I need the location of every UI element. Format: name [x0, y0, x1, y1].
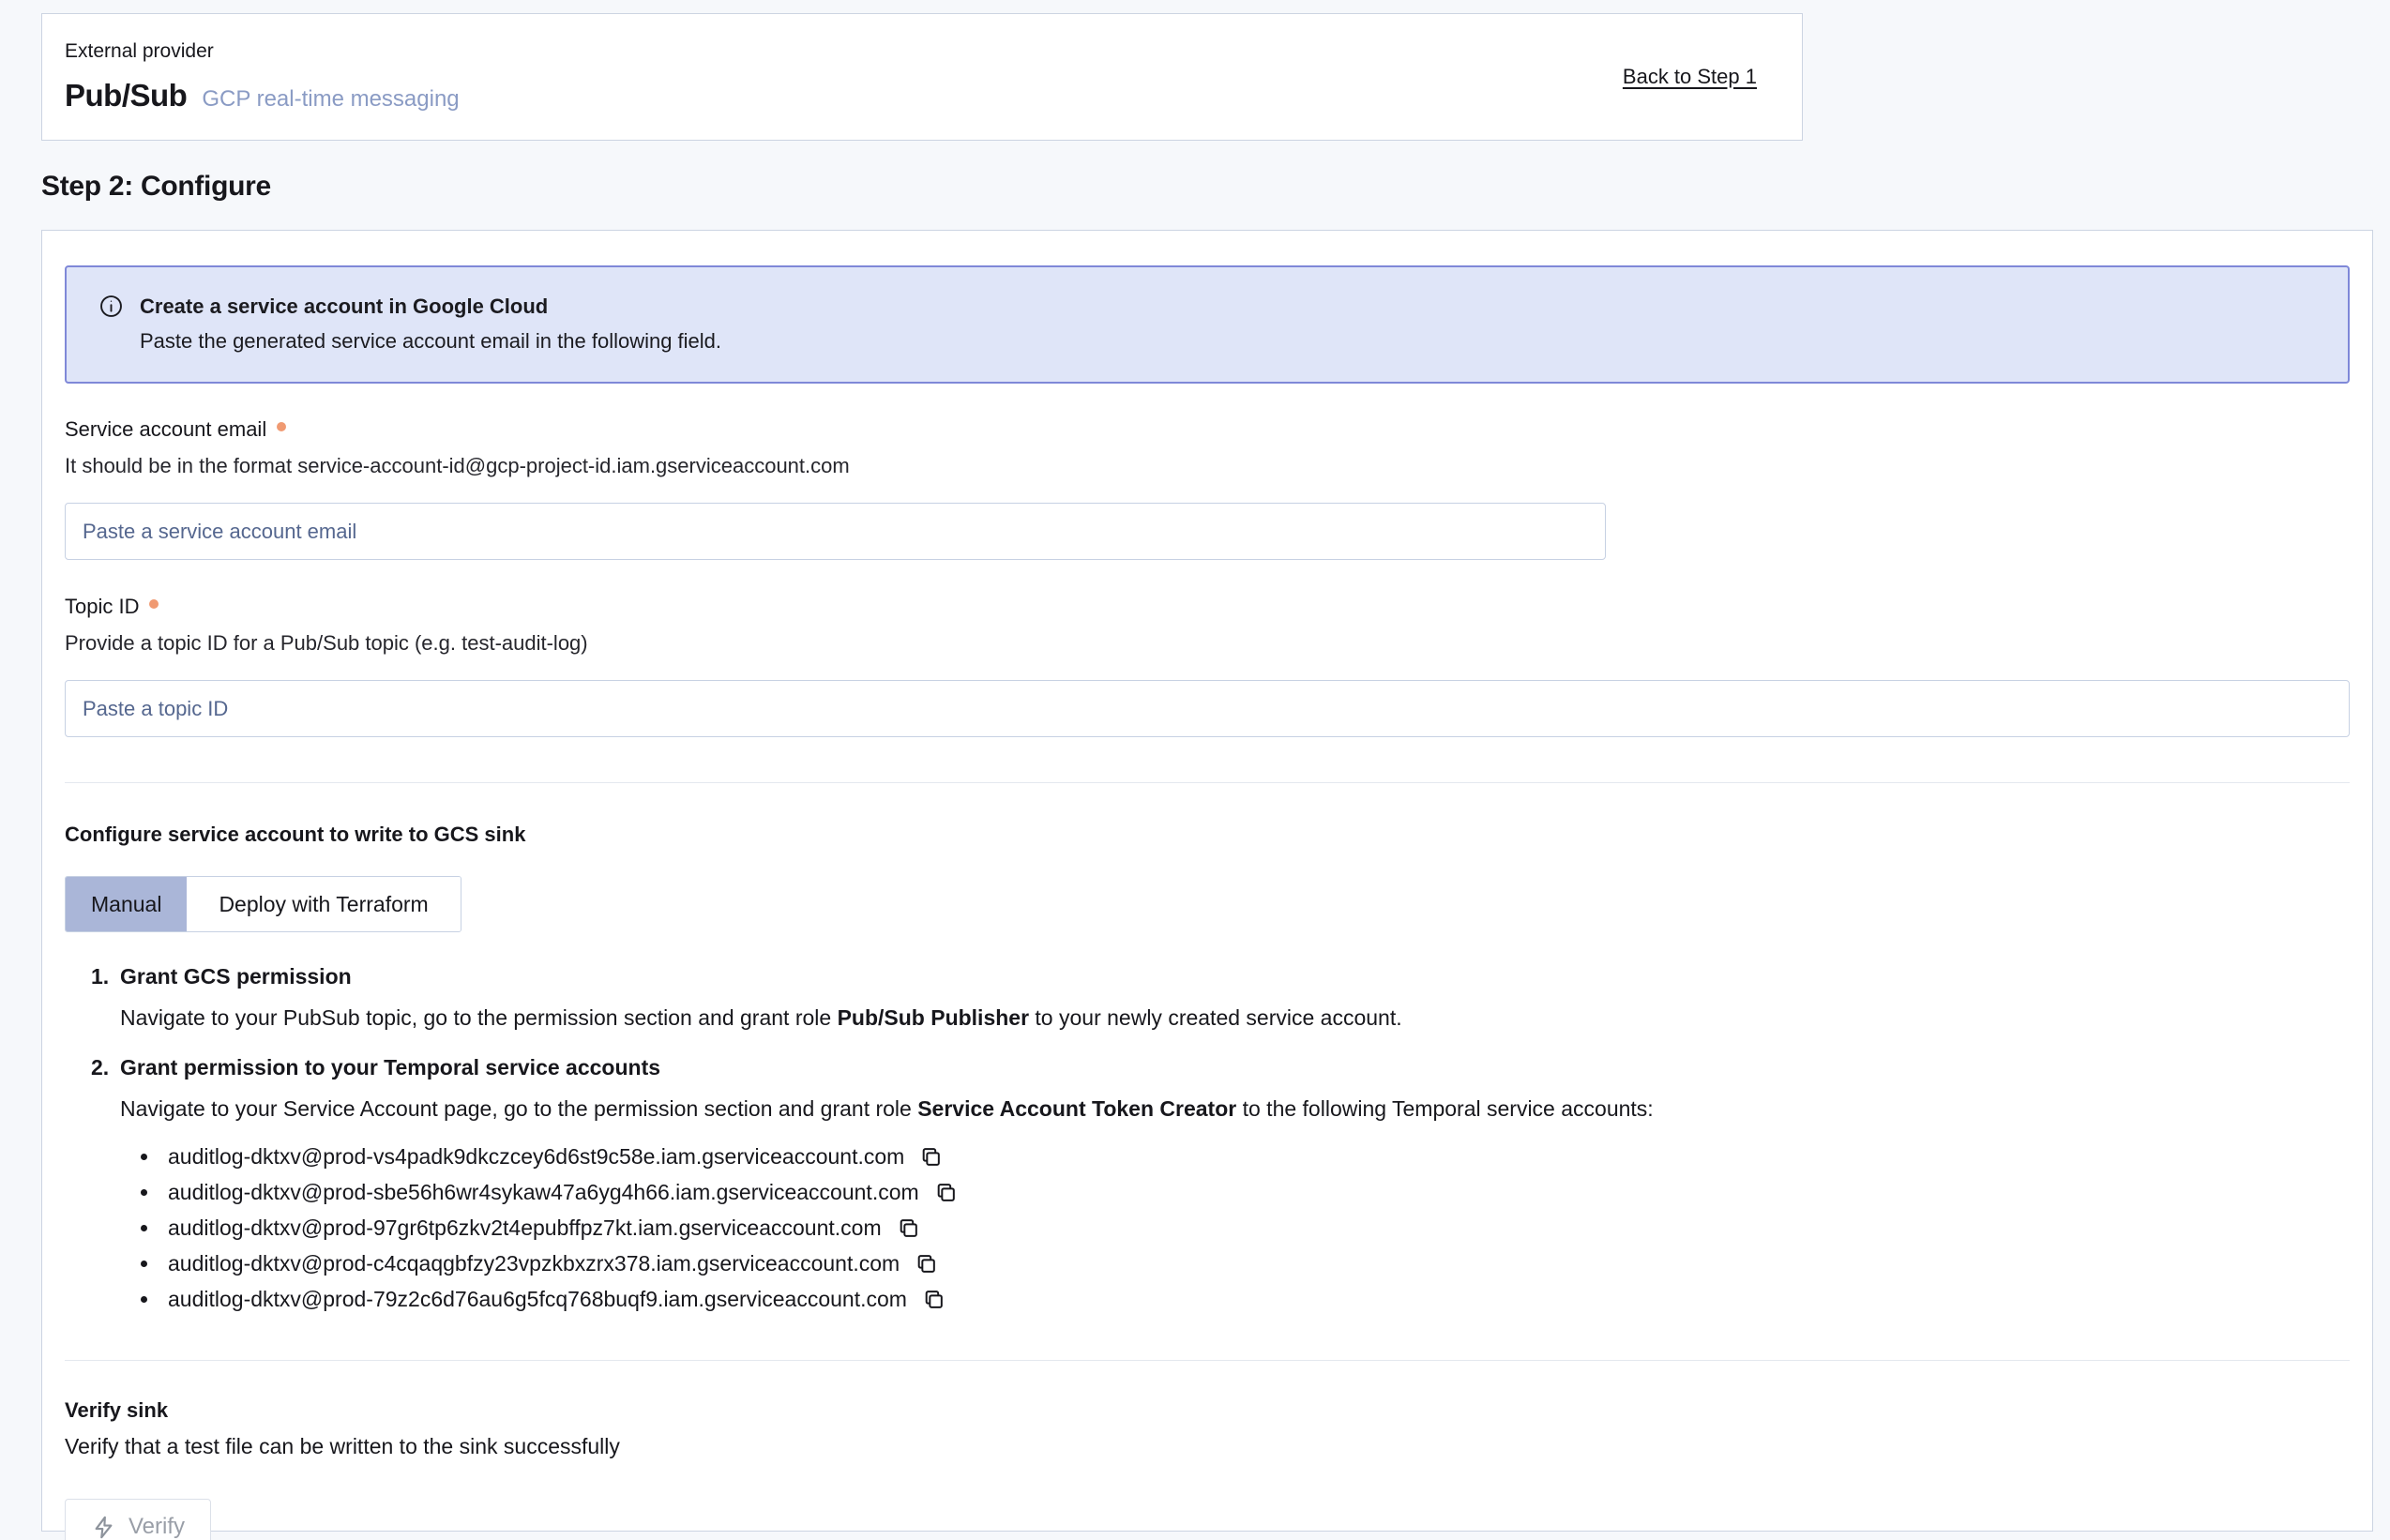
copy-icon	[919, 1145, 943, 1169]
copy-button[interactable]	[920, 1286, 947, 1313]
zap-icon	[91, 1515, 116, 1540]
role-name: Service Account Token Creator	[917, 1096, 1236, 1121]
page: External provider Pub/Sub GCP real-time …	[0, 0, 2390, 1540]
copy-button[interactable]	[913, 1250, 940, 1277]
topic-id-input[interactable]	[65, 680, 2350, 737]
step-text-before: Navigate to your Service Account page, g…	[120, 1096, 917, 1121]
service-account-email-label: Service account email	[65, 417, 266, 442]
copy-icon	[934, 1181, 958, 1204]
verify-sink-subtitle: Verify that a test file can be written t…	[65, 1434, 2350, 1459]
service-account-email: auditlog-dktxv@prod-97gr6tp6zkv2t4epubff…	[168, 1215, 882, 1241]
step-title: Grant GCS permission	[120, 964, 2350, 989]
service-account-email-input[interactable]	[65, 503, 1606, 560]
deploy-method-tabs: Manual Deploy with Terraform	[65, 876, 461, 932]
topic-id-field: Topic ID Provide a topic ID for a Pub/Su…	[65, 595, 2350, 737]
list-item: auditlog-dktxv@prod-c4cqaqgbfzy23vpzkbxz…	[141, 1246, 2350, 1281]
verify-sink-title: Verify sink	[65, 1398, 2350, 1423]
tab-deploy-with-terraform[interactable]: Deploy with Terraform	[187, 877, 460, 931]
list-item: auditlog-dktxv@prod-97gr6tp6zkv2t4epubff…	[141, 1210, 2350, 1246]
copy-button[interactable]	[932, 1179, 960, 1206]
step-number: 2.	[91, 1055, 120, 1317]
info-banner-title-row: Create a service account in Google Cloud	[98, 294, 2320, 319]
required-indicator	[277, 422, 286, 431]
step-title: Grant permission to your Temporal servic…	[120, 1055, 2350, 1080]
provider-card: External provider Pub/Sub GCP real-time …	[41, 13, 1803, 141]
service-account-email-field: Service account email It should be in th…	[65, 417, 2350, 560]
service-account-email: auditlog-dktxv@prod-c4cqaqgbfzy23vpzkbxz…	[168, 1251, 900, 1276]
provider-label: External provider	[65, 40, 460, 63]
provider-description: GCP real-time messaging	[202, 86, 459, 113]
info-banner-subtitle: Paste the generated service account emai…	[98, 329, 2320, 354]
service-account-email: auditlog-dktxv@prod-sbe56h6wr4sykaw47a6y…	[168, 1180, 919, 1205]
verify-button[interactable]: Verify	[65, 1499, 211, 1540]
topic-id-label: Topic ID	[65, 595, 139, 619]
topic-id-helper: Provide a topic ID for a Pub/Sub topic (…	[65, 631, 2350, 656]
copy-button[interactable]	[917, 1143, 945, 1170]
back-to-step-1-link[interactable]: Back to Step 1	[1623, 65, 1757, 89]
provider-title-row: Pub/Sub GCP real-time messaging	[65, 78, 460, 113]
service-account-email-helper: It should be in the format service-accou…	[65, 454, 2350, 478]
verify-button-label: Verify	[129, 1514, 185, 1540]
bullet	[141, 1189, 147, 1196]
copy-icon	[897, 1216, 920, 1240]
list-item: auditlog-dktxv@prod-vs4padk9dkczcey6d6st…	[141, 1139, 2350, 1174]
role-name: Pub/Sub Publisher	[838, 1005, 1029, 1030]
configure-card: Create a service account in Google Cloud…	[41, 230, 2373, 1532]
step-text-after: to your newly created service account.	[1029, 1005, 1402, 1030]
copy-button[interactable]	[895, 1215, 922, 1242]
copy-icon	[915, 1252, 938, 1276]
step-number: 1.	[91, 964, 120, 1048]
manual-steps: 1. Grant GCS permission Navigate to your…	[65, 964, 2350, 1317]
step-instructions: Navigate to your PubSub topic, go to the…	[120, 1004, 2350, 1033]
provider-meta: External provider Pub/Sub GCP real-time …	[65, 40, 460, 113]
list-item: auditlog-dktxv@prod-79z2c6d76au6g5fcq768…	[141, 1281, 2350, 1317]
service-account-email-label-row: Service account email	[65, 417, 2350, 442]
step-text-after: to the following Temporal service accoun…	[1236, 1096, 1653, 1121]
service-account-email: auditlog-dktxv@prod-vs4padk9dkczcey6d6st…	[168, 1144, 904, 1170]
step-grant-gcs-permission: 1. Grant GCS permission Navigate to your…	[91, 964, 2350, 1048]
service-accounts-list: auditlog-dktxv@prod-vs4padk9dkczcey6d6st…	[120, 1139, 2350, 1317]
topic-id-label-row: Topic ID	[65, 595, 2350, 619]
page-title: Step 2: Configure	[41, 171, 271, 203]
bullet	[141, 1296, 147, 1303]
step-text-before: Navigate to your PubSub topic, go to the…	[120, 1005, 838, 1030]
provider-name: Pub/Sub	[65, 78, 187, 113]
divider	[65, 1360, 2350, 1361]
info-banner: Create a service account in Google Cloud…	[65, 265, 2350, 384]
tab-manual[interactable]: Manual	[66, 877, 187, 931]
divider	[65, 782, 2350, 783]
info-banner-title: Create a service account in Google Cloud	[140, 294, 548, 319]
copy-icon	[922, 1288, 945, 1311]
service-account-email: auditlog-dktxv@prod-79z2c6d76au6g5fcq768…	[168, 1287, 907, 1312]
step-grant-temporal-permission: 2. Grant permission to your Temporal ser…	[91, 1055, 2350, 1317]
list-item: auditlog-dktxv@prod-sbe56h6wr4sykaw47a6y…	[141, 1174, 2350, 1210]
required-indicator	[149, 599, 159, 609]
bullet	[141, 1225, 147, 1231]
info-icon	[98, 294, 124, 319]
bullet	[141, 1154, 147, 1160]
configure-section-title: Configure service account to write to GC…	[65, 823, 2350, 847]
bullet	[141, 1261, 147, 1267]
step-instructions: Navigate to your Service Account page, g…	[120, 1095, 2350, 1124]
